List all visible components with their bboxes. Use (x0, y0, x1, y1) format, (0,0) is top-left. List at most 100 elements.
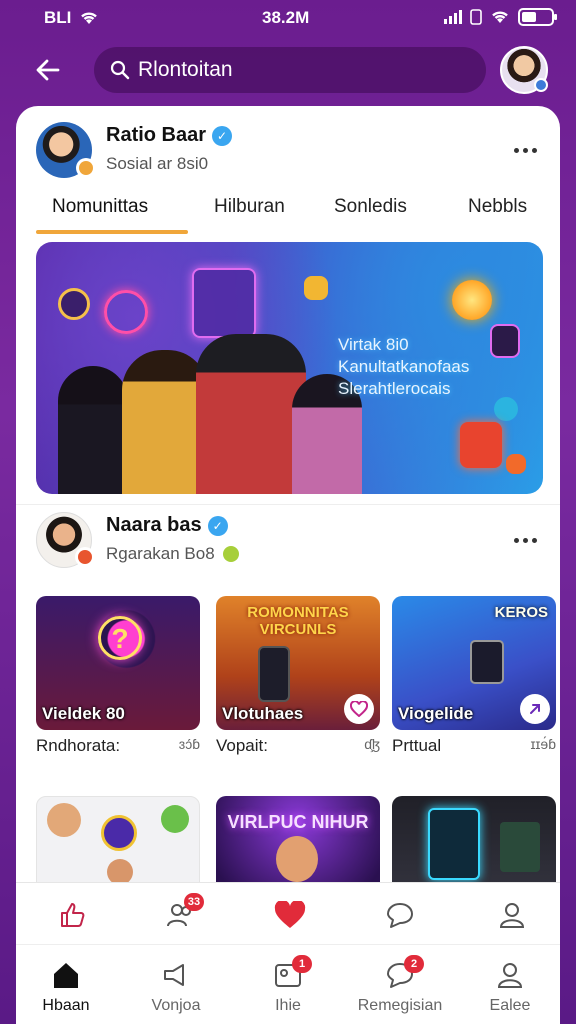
post-subtitle-2-text: Rgarakan Bo8 (106, 544, 215, 563)
profile-card-icon (490, 324, 520, 358)
tablet-icon (428, 808, 480, 880)
tablet-icon (470, 640, 504, 684)
thumbnail: ? Vieldek 80 (36, 596, 200, 730)
more-options-button-2[interactable] (510, 530, 540, 550)
nav-item-ealee[interactable]: Ealee (460, 959, 560, 1015)
item-caption: Rndhorata: (36, 736, 121, 755)
share-button[interactable] (520, 694, 550, 724)
status-bar: BLI 38.2M (0, 0, 576, 36)
post-author-name-2[interactable]: Naara bas ✓ (106, 514, 228, 537)
verified-icon: ✓ (212, 125, 233, 146)
nav-item-home[interactable]: Hbaan (16, 959, 116, 1015)
nav-label: Vonjoa (151, 997, 201, 1014)
chat-bubble-icon (494, 397, 518, 421)
heart-icon (274, 901, 306, 928)
video-call-icon (192, 268, 256, 338)
share-icon (530, 704, 540, 714)
item-meta: ɪɪɘ́ɓ (530, 736, 556, 752)
hero-line-2: Kanultatkanofaas (338, 357, 470, 376)
post-author-avatar-2[interactable] (36, 512, 95, 568)
notification-badge: 33 (184, 893, 204, 911)
status-right (444, 8, 557, 26)
sun-icon (452, 280, 492, 320)
post-subtitle: Sosial ar 8si0 (106, 154, 209, 173)
post-header-2: Naara bas ✓ Rgarakan Bo8 (36, 512, 540, 572)
nav-label: Hbaan (42, 997, 90, 1014)
nav-item-vonjoa[interactable]: Vonjoa (126, 959, 226, 1015)
wifi-icon (81, 12, 98, 24)
search-icon (110, 60, 130, 80)
thumbs-up-icon (61, 903, 85, 927)
divider (16, 504, 560, 505)
thumbnail-title: VIRLPUC NIHUR (227, 812, 369, 832)
favorite-button[interactable] (344, 694, 374, 724)
emoji-icon (222, 546, 239, 562)
person-figure (276, 836, 318, 882)
item-caption-row: Prttual ɪɪɘ́ɓ (392, 736, 556, 756)
bottom-panel: 33 Hbaan Vonjoa 1 Ihie 2 Remegisian Eale… (16, 882, 560, 1024)
thumbnail: ROMONNITAS VIRCUNLS Vlotuhaes (216, 596, 380, 730)
search-input[interactable]: Rlontoitan (94, 47, 486, 93)
thumbnail-label: Viogelide (398, 704, 474, 723)
post-author-name-text: Ratio Baar (106, 124, 207, 146)
more-options-button[interactable] (510, 140, 540, 160)
carrier-label: BLI (44, 8, 72, 27)
profile-icon (492, 959, 528, 991)
item-caption: Vopait: (216, 736, 268, 755)
people-button[interactable]: 33 (160, 893, 204, 935)
person-icon (499, 903, 525, 928)
item-caption-row: Vopait: ɗ̧ɮ (216, 736, 380, 756)
image-icon: 1 (270, 955, 312, 991)
post-subtitle-2: Rgarakan Bo8 (106, 544, 239, 564)
tab-hilburan[interactable]: Hilburan (214, 196, 285, 218)
online-indicator (534, 78, 548, 92)
phone-icon (258, 646, 290, 702)
nav-label: Ihie (275, 997, 301, 1014)
favorite-heart-button[interactable] (270, 895, 310, 935)
tab-nebbls[interactable]: Nebbls (468, 196, 527, 218)
item-caption: Prttual (392, 736, 442, 755)
back-button[interactable] (30, 52, 66, 88)
hero-line-3: Slerahtlerocais (338, 379, 451, 398)
signal-icon (444, 10, 462, 24)
thumbnail-label: Vieldek 80 (42, 704, 125, 723)
battery-icon (518, 8, 557, 26)
tab-nomunittas[interactable]: Nomunittas (52, 196, 148, 218)
item-meta: ɜɔ́ɓ (178, 736, 200, 752)
grid-item-1[interactable]: ? Vieldek 80 Rndhorata: ɜɔ́ɓ (36, 596, 200, 756)
chat-icon: 2 (382, 955, 424, 991)
search-text: Rlontoitan (138, 58, 233, 81)
arrow-left-icon (36, 59, 60, 81)
user-avatar[interactable] (500, 46, 548, 94)
like-button[interactable] (52, 895, 92, 935)
post-author-name-2-text: Naara bas (106, 514, 202, 536)
tab-sonledis[interactable]: Sonledis (334, 196, 407, 218)
thumbnail: KEROS Viogelide (392, 596, 556, 730)
status-left: BLI (44, 8, 99, 28)
top-nav: Rlontoitan (0, 44, 576, 96)
hero-banner[interactable]: Virtak 8i0 Kanultatkanofaas Slerahtleroc… (36, 242, 543, 494)
card-icon (460, 422, 502, 468)
post-author-name[interactable]: Ratio Baar ✓ (106, 124, 233, 147)
nav-item-remegisian[interactable]: 2 Remegisian (350, 955, 450, 1015)
post-author-avatar[interactable] (36, 122, 96, 178)
comment-button[interactable] (380, 895, 420, 935)
target-icon (101, 815, 137, 851)
avatar-badge-2 (75, 547, 95, 567)
wifi-icon-right (492, 11, 508, 23)
hero-line-1: Virtak 8i0 (338, 335, 409, 354)
post-header-1: Ratio Baar ✓ Sosial ar 8si0 (36, 122, 540, 182)
status-time: 38.2M (262, 8, 310, 27)
tag-icon (506, 454, 526, 474)
badge-icon (58, 288, 90, 320)
face-sticker-icon-2 (161, 805, 189, 833)
verified-icon-2: ✓ (207, 515, 228, 536)
person-figure-3 (196, 334, 306, 494)
profile-button[interactable] (492, 895, 532, 935)
megaphone-icon (158, 959, 194, 991)
nav-label: Remegisian (357, 997, 443, 1014)
nav-label: Ealee (489, 997, 531, 1014)
grid-item-2[interactable]: ROMONNITAS VIRCUNLS Vlotuhaes Vopait: ɗ̧… (216, 596, 380, 756)
grid-item-3[interactable]: KEROS Viogelide Prttual ɪɪɘ́ɓ (392, 596, 556, 756)
nav-item-ihie[interactable]: 1 Ihie (238, 955, 338, 1015)
